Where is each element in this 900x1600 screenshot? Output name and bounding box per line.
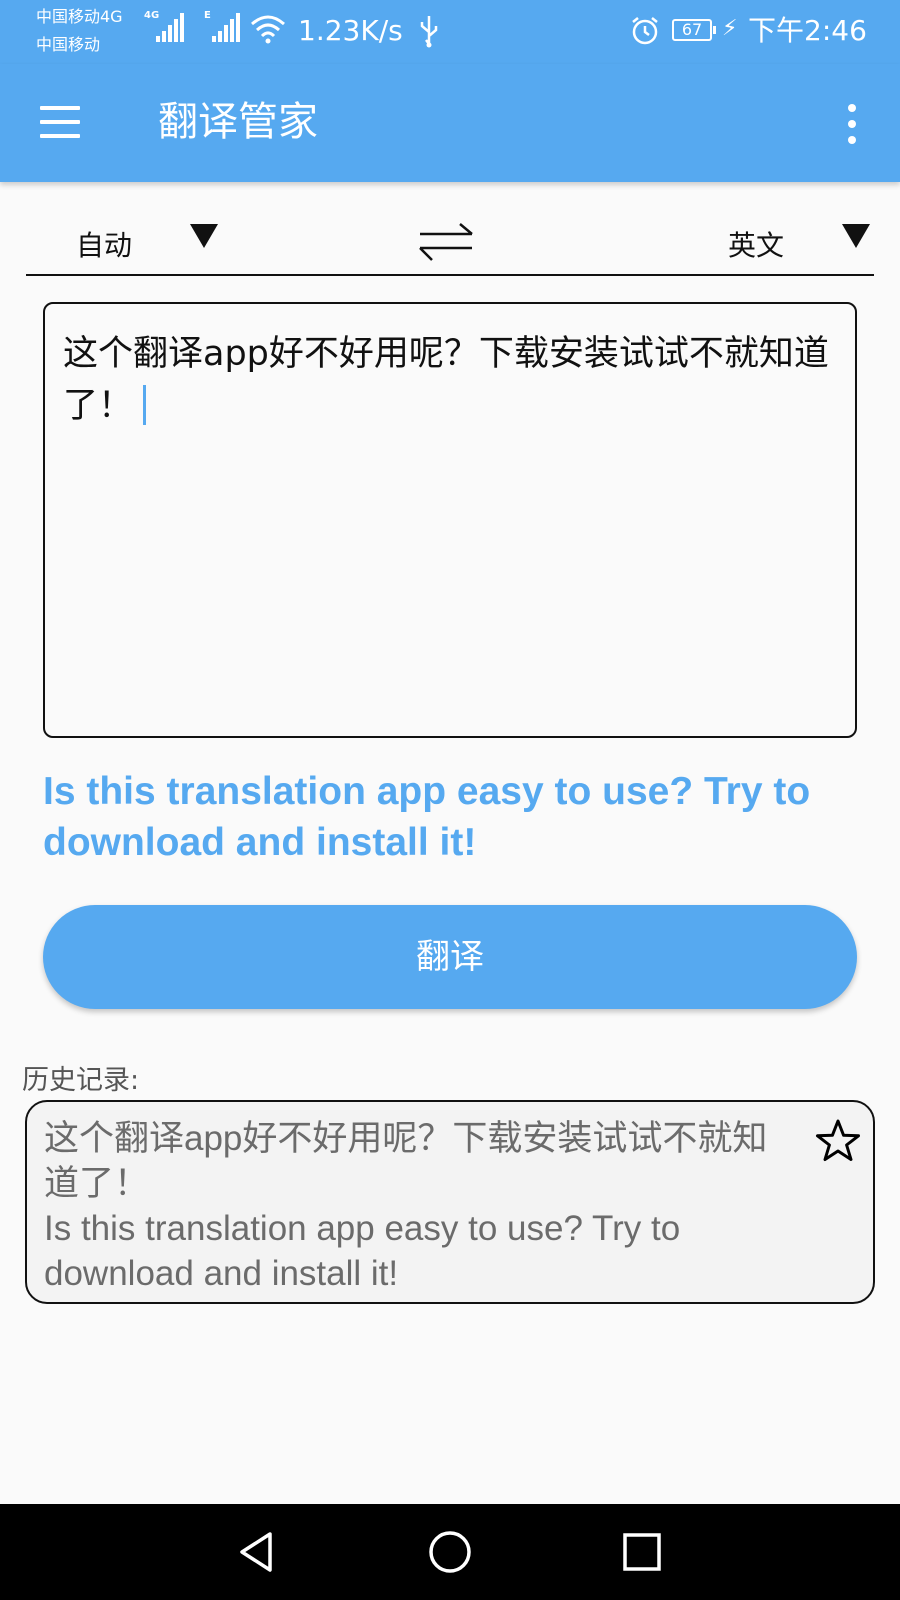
clock: 下午2:46 [748, 14, 867, 47]
chevron-down-icon[interactable] [190, 224, 218, 248]
battery-icon: 67 [672, 19, 716, 41]
history-item-target: Is this translation app easy to use? Try… [44, 1209, 681, 1293]
chevron-down-icon[interactable] [842, 224, 870, 248]
translation-result: Is this translation app easy to use? Try… [43, 770, 811, 864]
usb-icon [418, 14, 440, 52]
app-title: 翻译管家 [158, 99, 318, 145]
translate-button[interactable]: 翻译 [43, 905, 857, 1009]
language-selector-row: 自动 英文 [26, 210, 874, 276]
signal-icon: 4G [144, 10, 186, 48]
history-item-text: 这个翻译app好不好用呢？下载安装试试不就知道了！ Is this transl… [44, 1116, 780, 1296]
wifi-icon [250, 14, 286, 48]
target-language-select[interactable]: 英文 [728, 224, 784, 264]
history-label: 历史记录: [22, 1065, 140, 1096]
charging-icon: ⚡ [722, 16, 738, 41]
back-icon[interactable] [234, 1528, 282, 1580]
signal-icon: E [202, 10, 242, 48]
source-text-value: 这个翻译app好不好用呢？下载安装试试不就知道了！ [63, 334, 829, 426]
alarm-icon [630, 16, 660, 50]
star-outline-icon[interactable] [815, 1118, 861, 1168]
network-speed: 1.23K/s [298, 14, 403, 47]
text-cursor [143, 385, 147, 425]
history-item-source: 这个翻译app好不好用呢？下载安装试试不就知道了！ [44, 1119, 768, 1203]
signal-1-tag: 4G [144, 10, 160, 21]
navigation-bar [0, 1504, 900, 1600]
more-vertical-icon[interactable] [832, 100, 872, 148]
status-bar: 中国移动4G 中国移动 4G E 1.23K/s 67 ⚡ 下午2:46 [0, 0, 900, 64]
carrier-name-2: 中国移动 [36, 35, 101, 54]
carrier-name-1: 中国移动4G [36, 7, 123, 26]
app-bar: 翻译管家 [0, 64, 900, 182]
history-item[interactable]: 这个翻译app好不好用呢？下载安装试试不就知道了！ Is this transl… [25, 1100, 875, 1304]
source-text-input[interactable]: 这个翻译app好不好用呢？下载安装试试不就知道了！ [43, 302, 857, 738]
home-icon[interactable] [426, 1528, 474, 1580]
source-language-select[interactable]: 自动 [76, 224, 132, 264]
hamburger-menu-icon[interactable] [30, 94, 90, 154]
signal-2-tag: E [204, 10, 211, 21]
recents-icon[interactable] [618, 1528, 666, 1580]
swap-arrows-icon[interactable] [414, 216, 478, 272]
